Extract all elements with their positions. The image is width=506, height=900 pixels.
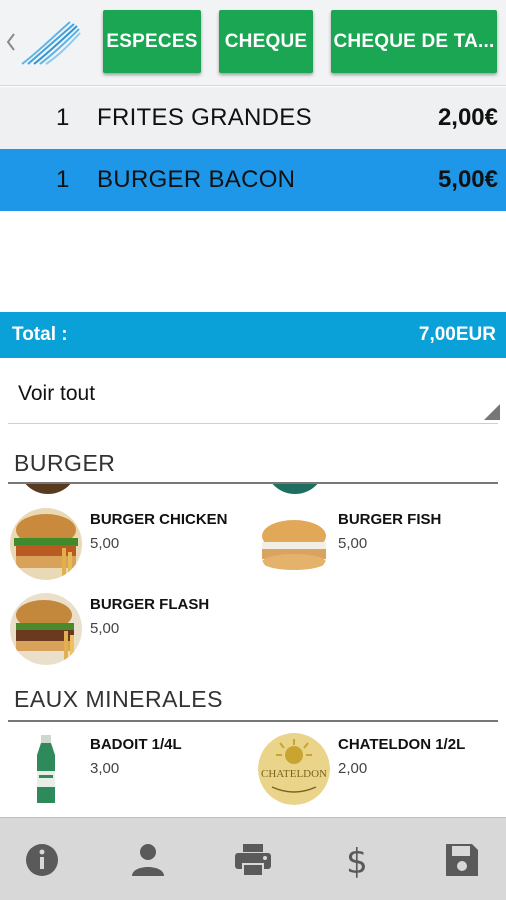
dollar-icon[interactable]: $ [337, 840, 377, 880]
section-title-eaux-minerales: EAUX MINERALES [14, 686, 223, 712]
product-name: CHATELDON 1/2L [338, 736, 466, 753]
section-title-burger: BURGER [14, 450, 116, 476]
section-divider [8, 482, 498, 484]
category-filter-spinner[interactable]: Voir tout [0, 358, 506, 426]
info-icon[interactable] [22, 840, 62, 880]
person-icon[interactable] [128, 840, 168, 880]
save-icon[interactable] [442, 840, 482, 880]
cheque-button[interactable]: CHEQUE [219, 10, 313, 73]
order-line-selected[interactable]: 1 BURGER BACON 5,00€ [0, 149, 506, 211]
order-line-qty: 1 [56, 166, 70, 193]
order-list-empty-area [0, 211, 506, 312]
product-name: BURGER CHICKEN [90, 511, 228, 528]
product-price: 5,00 [338, 535, 368, 552]
order-line-qty: 1 [56, 104, 70, 131]
product-price: 3,00 [90, 760, 120, 777]
product-image-partial[interactable] [265, 484, 325, 494]
product-name: BADOIT 1/4L [90, 736, 182, 753]
product-price: 5,00 [90, 620, 120, 637]
product-price: 2,00 [338, 760, 368, 777]
category-filter-value: Voir tout [18, 382, 96, 405]
spinner-arrow-icon[interactable] [484, 404, 500, 420]
chateldon-logo-image: CHATELDON [258, 733, 330, 805]
cheque-de-table-button[interactable]: CHEQUE DE TA... [331, 10, 497, 73]
total-value: 7,00EUR [418, 324, 496, 345]
bottom-toolbar: $ [0, 817, 506, 900]
order-line-name: FRITES GRANDES [97, 104, 312, 131]
order-line-name: BURGER BACON [97, 166, 296, 193]
product-name: BURGER FISH [338, 511, 442, 528]
product-item-badoit[interactable]: BADOIT 1/4L 3,00 [10, 733, 250, 813]
total-label: Total : [12, 324, 68, 345]
product-item-burger-chicken[interactable]: BURGER CHICKEN 5,00 [10, 508, 250, 588]
product-name: BURGER FLASH [90, 596, 210, 613]
badoit-bottle-image [10, 733, 82, 805]
print-icon[interactable] [233, 840, 273, 880]
total-bar: Total : 7,00EUR [0, 312, 506, 358]
app-logo[interactable] [20, 18, 82, 66]
order-line[interactable]: 1 FRITES GRANDES 2,00€ [0, 87, 506, 149]
product-price: 5,00 [90, 535, 120, 552]
section-divider [8, 720, 498, 722]
burger-chicken-image [10, 508, 82, 580]
spinner-underline [8, 423, 498, 424]
product-image-partial[interactable] [18, 484, 78, 494]
product-item-chateldon[interactable]: CHATELDON CHATELDON 1/2L 2,00 [258, 733, 498, 813]
burger-fish-image [258, 508, 330, 580]
especes-button[interactable]: ESPECES [103, 10, 201, 73]
product-item-burger-fish[interactable]: BURGER FISH 5,00 [258, 508, 498, 588]
svg-text:$: $ [346, 842, 368, 880]
back-chevron-icon[interactable] [6, 32, 16, 52]
action-bar: ESPECES CHEQUE CHEQUE DE TA... [0, 0, 506, 86]
order-line-price: 5,00€ [437, 166, 498, 193]
chateldon-logo-text: CHATELDON [261, 768, 327, 780]
order-line-price: 2,00€ [437, 104, 498, 131]
burger-flash-image [10, 593, 82, 665]
product-item-burger-flash[interactable]: BURGER FLASH 5,00 [10, 593, 250, 673]
